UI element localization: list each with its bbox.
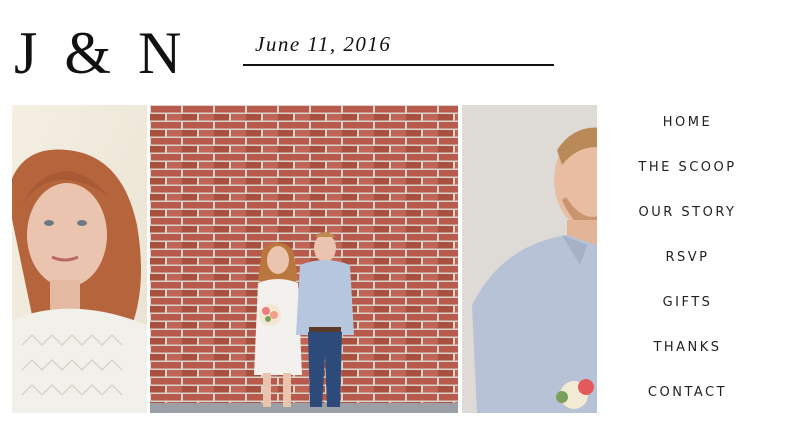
nav-home[interactable]: HOME <box>600 100 775 145</box>
photo-bride-portrait <box>12 105 147 413</box>
nav-gifts[interactable]: GIFTS <box>600 280 775 325</box>
site-logo[interactable]: J & N <box>14 18 187 88</box>
photo-groom-portrait <box>462 105 597 413</box>
nav-our-story[interactable]: OUR STORY <box>600 190 775 235</box>
nav-thanks[interactable]: THANKS <box>600 325 775 370</box>
nav-contact[interactable]: CONTACT <box>600 370 775 415</box>
date-banner: June 11, 2016 <box>243 30 554 66</box>
main-nav: HOME THE SCOOP OUR STORY RSVP GIFTS THAN… <box>600 100 775 415</box>
nav-rsvp[interactable]: RSVP <box>600 235 775 280</box>
wedding-date: June 11, 2016 <box>255 32 392 56</box>
nav-the-scoop[interactable]: THE SCOOP <box>600 145 775 190</box>
photo-couple-brick-wall <box>150 105 458 413</box>
